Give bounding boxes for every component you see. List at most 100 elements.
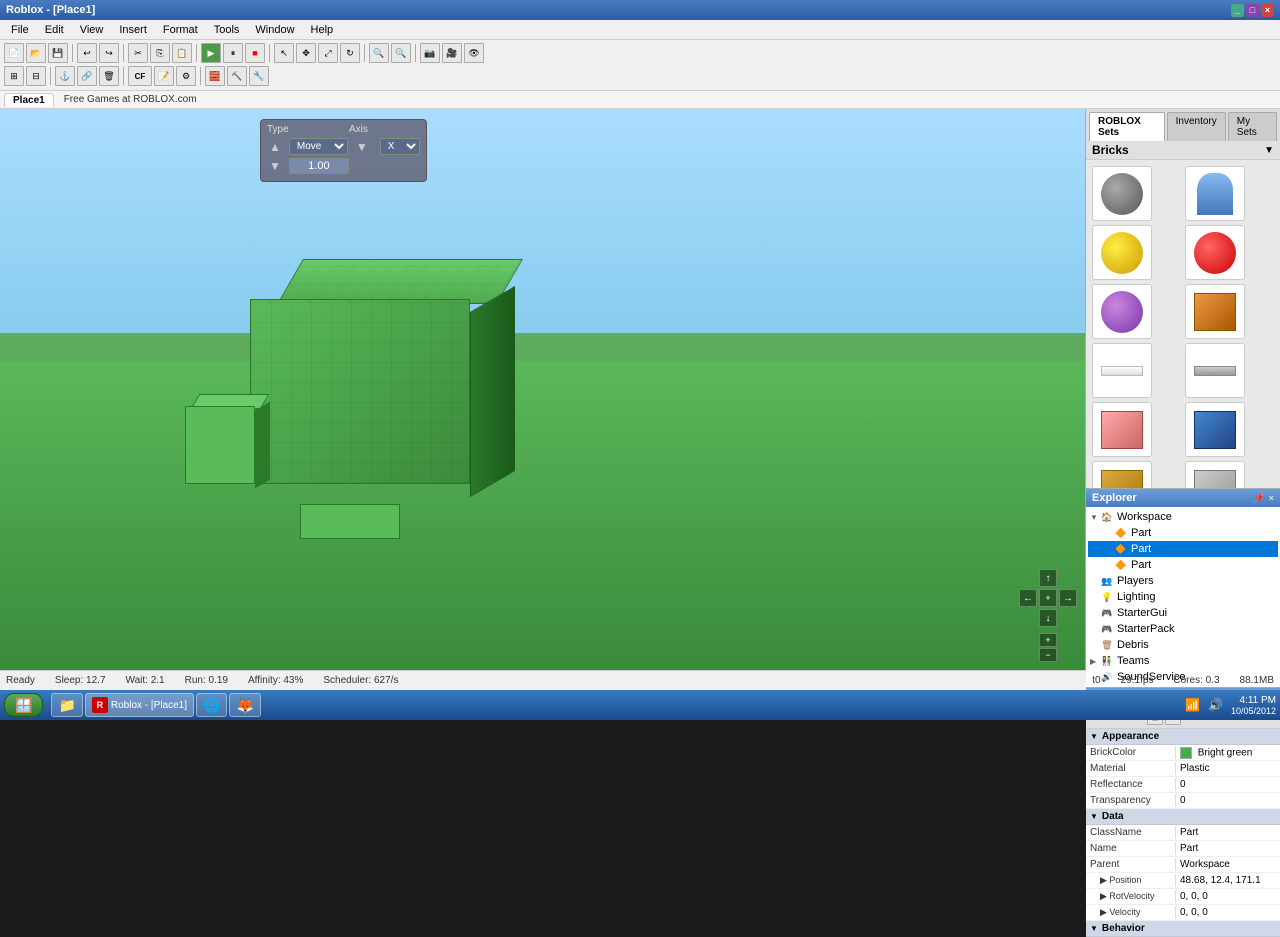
tree-starterpack[interactable]: 🎮 StarterPack bbox=[1088, 621, 1278, 637]
tree-debris[interactable]: 🗑 Debris bbox=[1088, 637, 1278, 653]
brick-flat-gray[interactable] bbox=[1185, 343, 1245, 398]
maximize-button[interactable]: □ bbox=[1246, 4, 1259, 17]
zoom-plus[interactable]: + bbox=[1039, 633, 1057, 647]
viewport[interactable]: Type Axis ▲ Move Resize Rotate ▼ X Y Z bbox=[0, 109, 1085, 670]
grid1[interactable]: ⊞ bbox=[4, 66, 24, 86]
taskbar-explorer[interactable]: 📁 bbox=[51, 693, 82, 717]
cam-up[interactable]: ↑ bbox=[1039, 569, 1057, 587]
run-button[interactable]: ▶ bbox=[201, 43, 221, 63]
start-button[interactable]: 🪟 bbox=[4, 693, 43, 717]
undo-button[interactable]: ↩ bbox=[77, 43, 97, 63]
menu-edit[interactable]: Edit bbox=[38, 21, 71, 39]
next-type-button[interactable]: ▼ bbox=[354, 140, 370, 154]
cam-right[interactable]: → bbox=[1059, 589, 1077, 607]
zoom-minus[interactable]: − bbox=[1039, 648, 1057, 662]
explorer-pin[interactable]: 📌 bbox=[1254, 493, 1265, 504]
build3[interactable]: 🔧 bbox=[249, 66, 269, 86]
tree-lighting[interactable]: 💡 Lighting bbox=[1088, 589, 1278, 605]
title-text: Roblox - [Place1] bbox=[6, 4, 95, 16]
increment-input[interactable] bbox=[289, 158, 349, 174]
stop-button[interactable]: ■ bbox=[245, 43, 265, 63]
brick-sphere-yellow[interactable] bbox=[1092, 225, 1152, 280]
axis-select[interactable]: X Y Z bbox=[380, 138, 420, 155]
tree-startergui[interactable]: 🎮 StarterGui bbox=[1088, 605, 1278, 621]
cam1[interactable]: 📷 bbox=[420, 43, 440, 63]
tree-part3[interactable]: 🔶 Part bbox=[1088, 557, 1278, 573]
cam-left[interactable]: ← bbox=[1019, 589, 1037, 607]
cam3[interactable]: 👁 bbox=[464, 43, 484, 63]
menu-view[interactable]: View bbox=[73, 21, 111, 39]
tab-place1[interactable]: Place1 bbox=[4, 93, 54, 107]
menu-help[interactable]: Help bbox=[304, 21, 341, 39]
move-button[interactable]: ✥ bbox=[296, 43, 316, 63]
menu-tools[interactable]: Tools bbox=[207, 21, 247, 39]
brick-box-orange[interactable] bbox=[1185, 284, 1245, 339]
explorer-title: Explorer bbox=[1092, 492, 1137, 504]
minimize-button[interactable]: _ bbox=[1231, 4, 1244, 17]
grid2[interactable]: ⊟ bbox=[26, 66, 46, 86]
script1[interactable]: 📝 bbox=[154, 66, 174, 86]
cam-zoom[interactable]: + bbox=[1039, 589, 1057, 607]
tree-teams[interactable]: 👫 Teams bbox=[1088, 653, 1278, 669]
weld[interactable]: 🔗 bbox=[77, 66, 97, 86]
tree-players[interactable]: 👥 Players bbox=[1088, 573, 1278, 589]
rotate-button[interactable]: ↻ bbox=[340, 43, 360, 63]
scale-button[interactable]: ⤢ bbox=[318, 43, 338, 63]
brick-sphere-purple[interactable] bbox=[1092, 284, 1152, 339]
menu-window[interactable]: Window bbox=[248, 21, 301, 39]
prev-type-button[interactable]: ▲ bbox=[267, 140, 283, 154]
build2[interactable]: 🔨 bbox=[227, 66, 247, 86]
paste-button[interactable]: 📋 bbox=[172, 43, 192, 63]
type-select[interactable]: Move Resize Rotate bbox=[289, 138, 348, 155]
taskbar-roblox[interactable]: R Roblox - [Place1] bbox=[85, 693, 194, 717]
explorer-close[interactable]: × bbox=[1269, 493, 1274, 504]
behavior-section[interactable]: ▼ Behavior bbox=[1086, 921, 1280, 937]
redo-button[interactable]: ↪ bbox=[99, 43, 119, 63]
save-button[interactable]: 💾 bbox=[48, 43, 68, 63]
tree-part1[interactable]: 🔶 Part bbox=[1088, 525, 1278, 541]
workspace-arrow[interactable] bbox=[1090, 513, 1100, 522]
decrement-button[interactable]: ▼ bbox=[267, 159, 283, 173]
zoom-in[interactable]: 🔍 bbox=[369, 43, 389, 63]
bricks-dropdown[interactable]: ▼ bbox=[1264, 145, 1274, 156]
new-button[interactable]: 📄 bbox=[4, 43, 24, 63]
brick-lightgray-box[interactable] bbox=[1185, 461, 1245, 488]
copy-button[interactable]: ⎘ bbox=[150, 43, 170, 63]
teams-arrow[interactable] bbox=[1090, 657, 1100, 666]
script2[interactable]: ⚙ bbox=[176, 66, 196, 86]
select-button[interactable]: ↖ bbox=[274, 43, 294, 63]
cut-button[interactable]: ✂ bbox=[128, 43, 148, 63]
tab-inventory[interactable]: Inventory bbox=[1167, 112, 1226, 141]
delete[interactable]: 🗑 bbox=[99, 66, 119, 86]
menu-format[interactable]: Format bbox=[156, 21, 205, 39]
brick-sphere-red[interactable] bbox=[1185, 225, 1245, 280]
data-section[interactable]: ▼ Data bbox=[1086, 809, 1280, 825]
open-button[interactable]: 📂 bbox=[26, 43, 46, 63]
build1[interactable]: 🧱 bbox=[205, 66, 225, 86]
brick-pink[interactable] bbox=[1092, 402, 1152, 457]
taskbar-ie[interactable]: 🌐 bbox=[196, 693, 227, 717]
tab-roblox-sets[interactable]: ROBLOX Sets bbox=[1089, 112, 1165, 141]
zoom-out[interactable]: 🔍 bbox=[391, 43, 411, 63]
tree-workspace[interactable]: 🏠 Workspace bbox=[1088, 509, 1278, 525]
brick-cylinder-blue[interactable] bbox=[1185, 166, 1245, 221]
close-button[interactable]: × bbox=[1261, 4, 1274, 17]
brick-sphere-gray[interactable] bbox=[1092, 166, 1152, 221]
brick-flat-white[interactable] bbox=[1092, 343, 1152, 398]
brick-yellow-box[interactable] bbox=[1092, 461, 1152, 488]
pause-button[interactable]: ⏸ bbox=[223, 43, 243, 63]
classname-name: ClassName bbox=[1086, 826, 1176, 839]
behavior-label: Behavior bbox=[1102, 923, 1145, 934]
tree-part2[interactable]: 🔶 Part bbox=[1088, 541, 1278, 557]
cam2[interactable]: 🎥 bbox=[442, 43, 462, 63]
taskbar-firefox[interactable]: 🦊 bbox=[229, 693, 260, 717]
status-scheduler: Scheduler: 627/s bbox=[323, 675, 398, 686]
brick-blue-box[interactable] bbox=[1185, 402, 1245, 457]
menu-file[interactable]: File bbox=[4, 21, 36, 39]
appearance-section[interactable]: ▼ Appearance bbox=[1086, 729, 1280, 745]
anchor[interactable]: ⚓ bbox=[55, 66, 75, 86]
cam-down[interactable]: ↓ bbox=[1039, 609, 1057, 627]
tab-my-sets[interactable]: My Sets bbox=[1228, 112, 1277, 141]
menu-insert[interactable]: Insert bbox=[112, 21, 154, 39]
cf-btn[interactable]: CF bbox=[128, 66, 152, 86]
